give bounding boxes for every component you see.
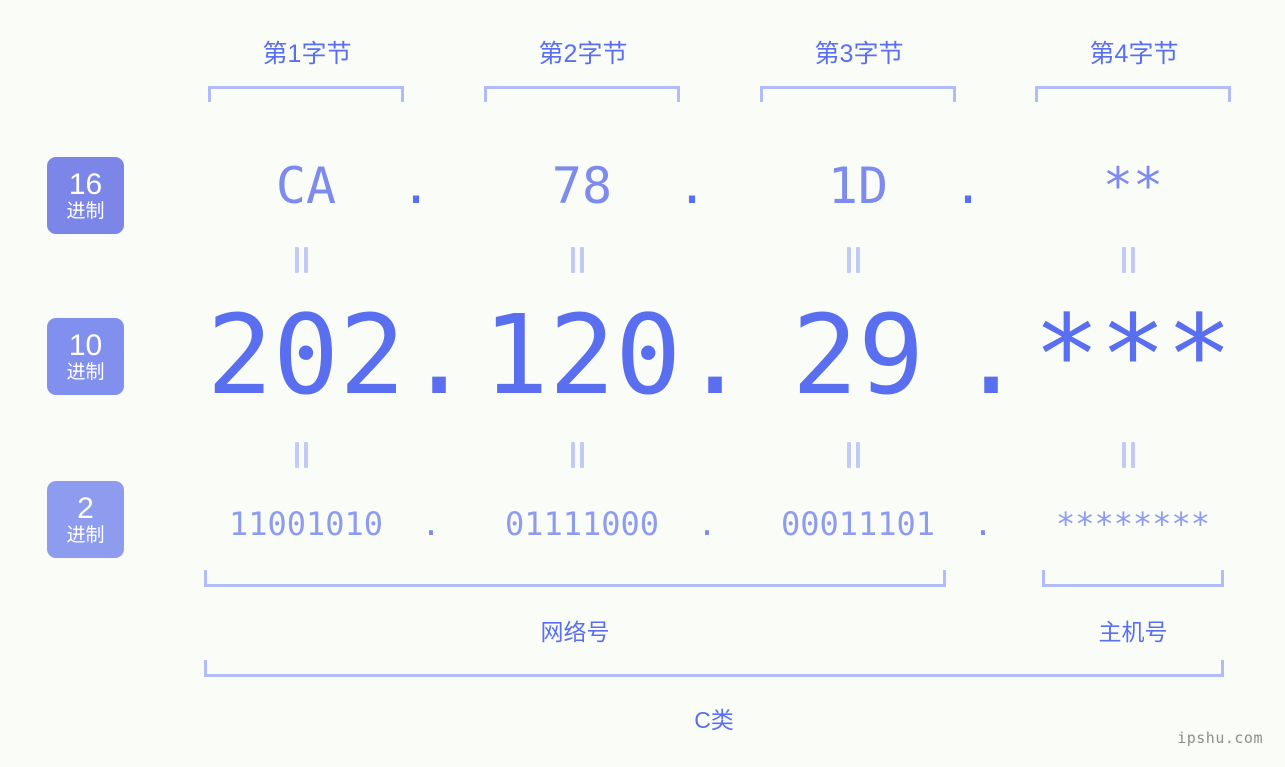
byte-header-2: 第2字节	[538, 40, 628, 68]
bin-octet-1: 11001010	[228, 505, 384, 543]
base-badge-binary: 2 进制	[47, 481, 124, 558]
equals-connector-dec-bin-3	[843, 442, 863, 468]
equals-connector-hex-dec-3	[843, 247, 863, 273]
hex-separator-3: .	[952, 157, 984, 215]
base-badge-hexadecimal: 16 进制	[47, 157, 124, 234]
byte-header-4: 第4字节	[1089, 40, 1179, 68]
hex-octet-2: 78	[551, 157, 613, 215]
byte-bracket-4	[1035, 86, 1231, 102]
byte-header-1: 第1字节	[262, 40, 352, 68]
host-portion-bracket	[1042, 570, 1224, 587]
dec-separator-1: .	[406, 291, 473, 419]
byte-bracket-2	[484, 86, 680, 102]
equals-connector-hex-dec-1	[291, 247, 311, 273]
network-portion-label: 网络号	[540, 619, 610, 645]
equals-connector-hex-dec-2	[567, 247, 587, 273]
equals-connector-dec-bin-4	[1118, 442, 1138, 468]
bin-octet-4: ********	[1055, 505, 1211, 543]
dec-octet-1: 202	[206, 291, 406, 419]
hexadecimal-row: CA . 78 . 1D . **	[150, 150, 1285, 222]
hex-octet-1: CA	[275, 157, 337, 215]
byte-bracket-1	[208, 86, 404, 102]
equals-connector-dec-bin-1	[291, 442, 311, 468]
bin-separator-3: .	[973, 505, 993, 543]
hex-octet-4: **	[1102, 157, 1164, 215]
address-class-label: C类	[694, 707, 734, 733]
base-badge-hexadecimal-system: 进制	[66, 201, 105, 222]
bin-separator-1: .	[421, 505, 441, 543]
ip-address-breakdown-diagram: 第1字节 第2字节 第3字节 第4字节 16 进制 10 进制 2 进制 CA …	[0, 0, 1285, 767]
base-badge-decimal-system: 进制	[66, 362, 105, 383]
base-badge-decimal-number: 10	[68, 329, 103, 362]
hex-octet-3: 1D	[827, 157, 889, 215]
network-portion-bracket	[204, 570, 946, 587]
hex-separator-1: .	[400, 157, 432, 215]
base-badge-binary-number: 2	[77, 492, 94, 525]
byte-header-3: 第3字节	[814, 40, 904, 68]
dec-octet-4: ***	[1033, 291, 1233, 419]
bin-separator-2: .	[697, 505, 717, 543]
bin-octet-2: 01111000	[504, 505, 660, 543]
site-watermark: ipshu.com	[1177, 729, 1263, 747]
equals-connector-dec-bin-2	[567, 442, 587, 468]
byte-bracket-3	[760, 86, 956, 102]
hex-separator-2: .	[676, 157, 708, 215]
equals-connector-hex-dec-4	[1118, 247, 1138, 273]
binary-row: 11001010 . 01111000 . 00011101 . *******…	[150, 496, 1285, 552]
decimal-row: 202 . 120 . 29 . ***	[150, 295, 1285, 415]
dec-separator-2: .	[682, 291, 749, 419]
base-badge-hexadecimal-number: 16	[68, 168, 103, 201]
dec-octet-2: 120	[482, 291, 682, 419]
dec-octet-3: 29	[791, 291, 925, 419]
base-badge-decimal: 10 进制	[47, 318, 124, 395]
dec-separator-3: .	[958, 291, 1025, 419]
address-class-bracket	[204, 660, 1224, 677]
base-badge-binary-system: 进制	[66, 525, 105, 546]
host-portion-label: 主机号	[1098, 619, 1168, 645]
bin-octet-3: 00011101	[780, 505, 936, 543]
